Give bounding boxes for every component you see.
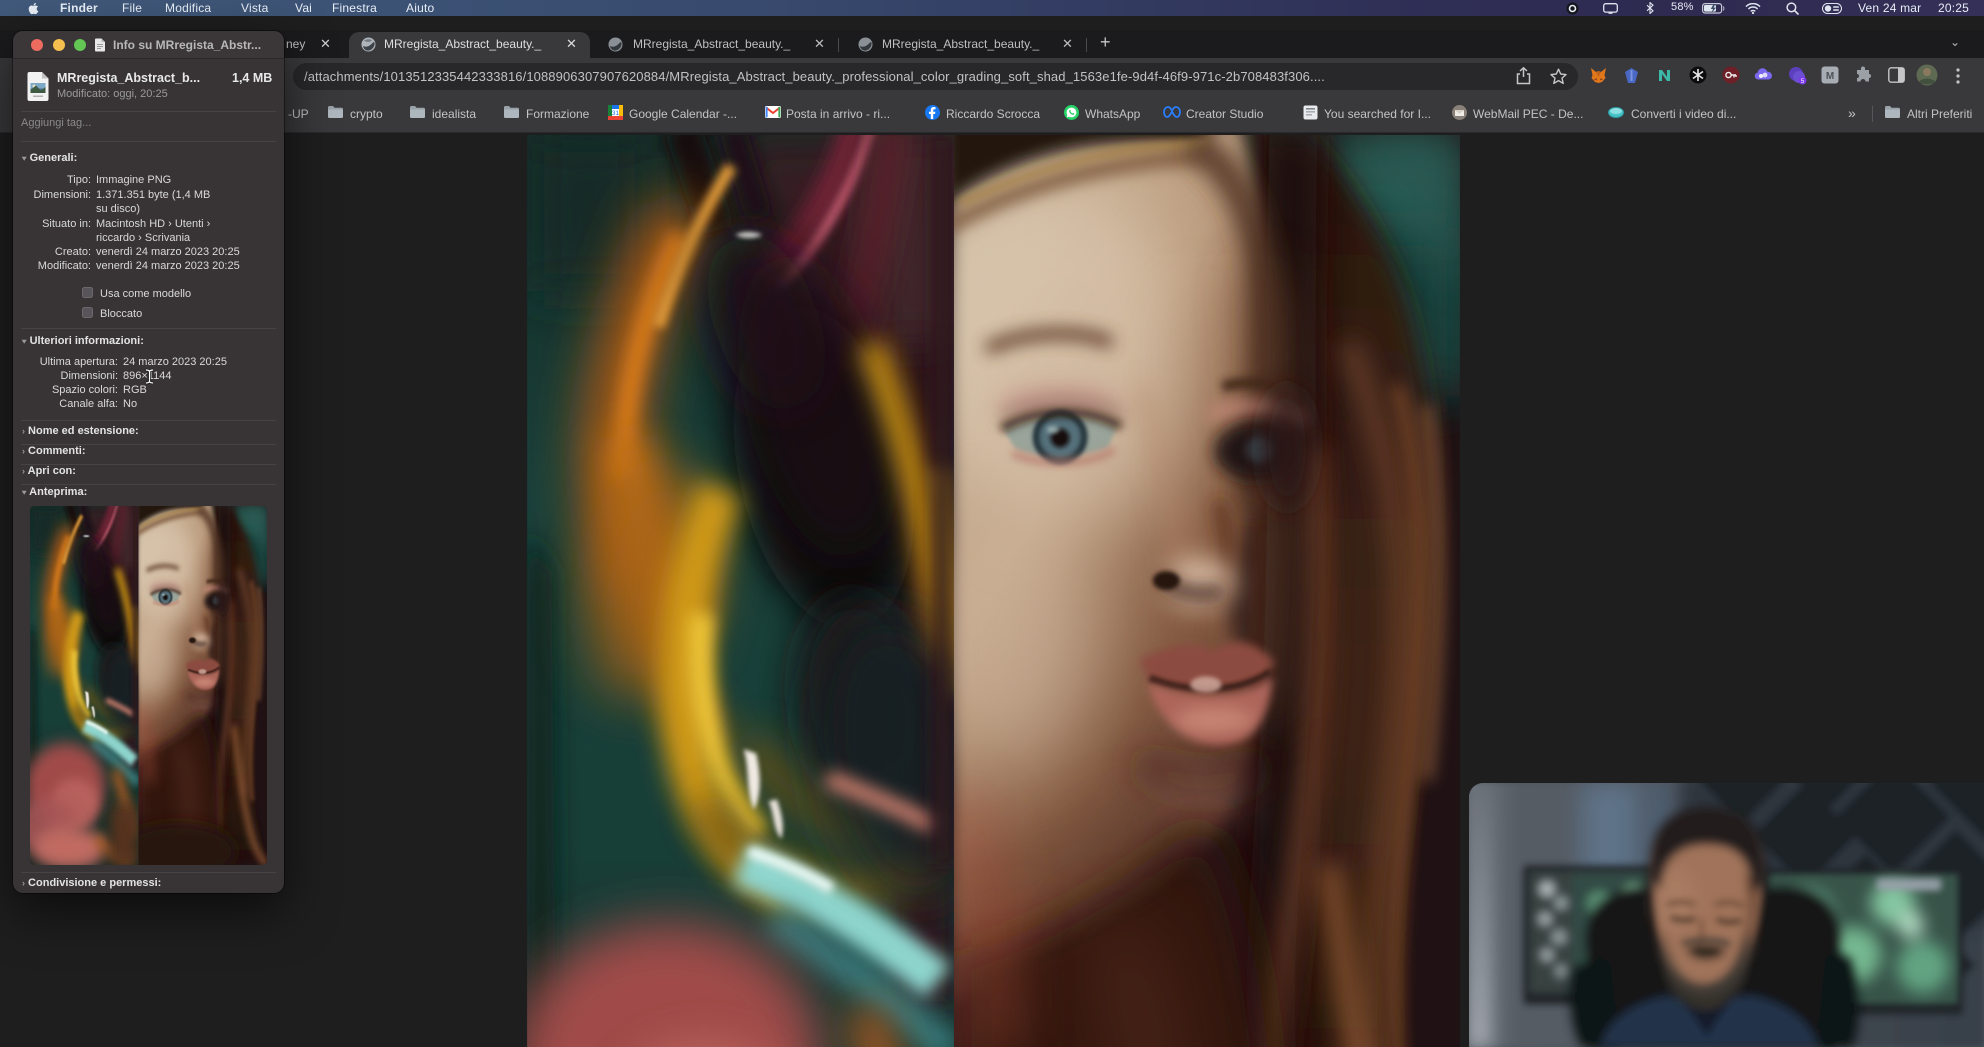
svg-text:31: 31 [612, 110, 620, 117]
svg-text:M: M [1826, 71, 1834, 82]
